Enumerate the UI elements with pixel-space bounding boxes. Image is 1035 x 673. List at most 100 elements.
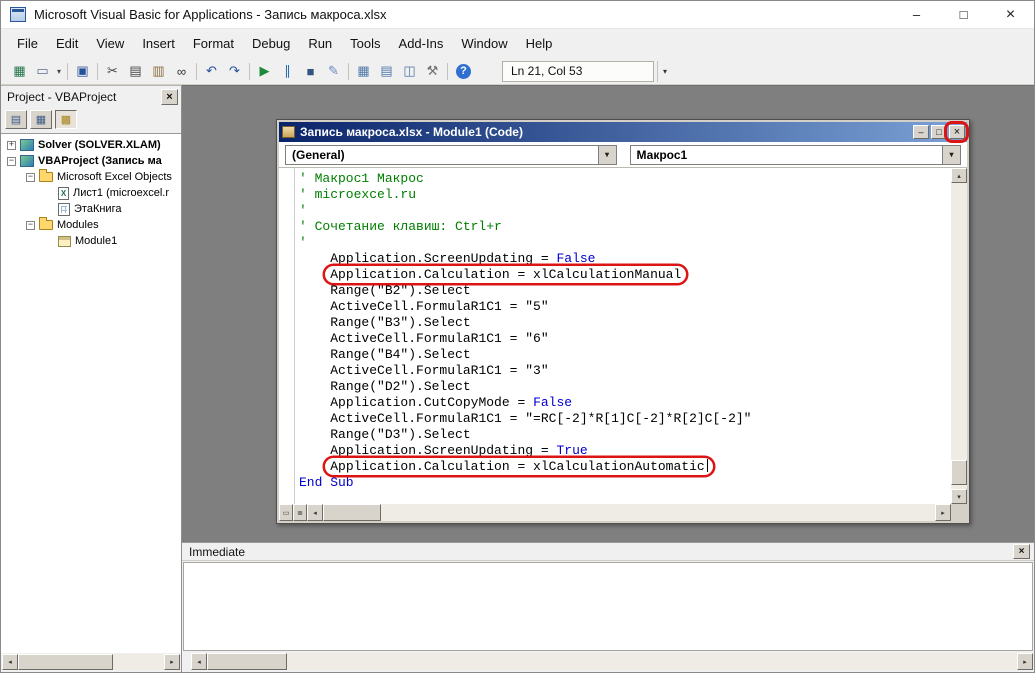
code-window-titlebar[interactable]: Запись макроса.xlsx - Module1 (Code) – □… [279, 122, 967, 142]
menu-item-window[interactable]: Window [452, 30, 516, 58]
design-mode-icon[interactable]: ✎ [322, 61, 345, 82]
tree-item-thisworkbook[interactable]: ЭтаКнига [1, 201, 181, 217]
redo-icon[interactable]: ↷ [223, 61, 246, 82]
undo-icon[interactable]: ↶ [200, 61, 223, 82]
project-explorer-icon[interactable]: ▦ [352, 61, 375, 82]
immediate-horizontal-scrollbar[interactable]: ◂ ▸ [191, 653, 1033, 670]
copy-icon[interactable]: ▤ [124, 61, 147, 82]
menu-item-help[interactable]: Help [517, 30, 562, 58]
procedure-dropdown-arrow-icon[interactable]: ▾ [942, 146, 960, 164]
scroll-right-button[interactable]: ▸ [935, 504, 951, 521]
break-icon[interactable]: ∥ [276, 61, 299, 82]
view-object-button[interactable]: ▦ [30, 110, 52, 129]
paste-icon[interactable]: ▥ [147, 61, 170, 82]
view-microsoft-excel-icon[interactable]: ▦ [8, 61, 31, 82]
tree-item-solver[interactable]: +Solver (SOLVER.XLAM) [1, 137, 181, 153]
code-line-20[interactable]: End Sub [299, 475, 951, 491]
code-horizontal-scrollbar[interactable]: ▭ ≣ ◂ ▸ [279, 504, 951, 521]
code-line-4[interactable]: ' Сочетание клавиш: Ctrl+r [299, 219, 951, 235]
menu-item-debug[interactable]: Debug [243, 30, 299, 58]
expand-icon[interactable]: + [7, 141, 16, 150]
code-line-11[interactable]: ActiveCell.FormulaR1C1 = "6" [299, 331, 951, 347]
menu-item-run[interactable]: Run [299, 30, 341, 58]
procedure-dropdown[interactable]: Макрос1 ▾ [630, 145, 962, 165]
menu-item-add-ins[interactable]: Add-Ins [390, 30, 453, 58]
project-horizontal-scrollbar[interactable]: ◂ ▸ [2, 654, 180, 670]
full-module-view-button[interactable]: ≣ [293, 504, 307, 521]
run-macro-icon[interactable]: ▶ [253, 61, 276, 82]
scroll-up-button[interactable]: ▴ [951, 168, 967, 183]
code-line-17[interactable]: Range("D3").Select [299, 427, 951, 443]
toolbar-options-chevron-icon[interactable]: ▾ [657, 61, 672, 82]
code-line-1[interactable]: ' Макрос1 Макрос [299, 171, 951, 187]
collapse-icon[interactable]: − [26, 221, 35, 230]
menu-item-view[interactable]: View [87, 30, 133, 58]
menu-item-edit[interactable]: Edit [47, 30, 87, 58]
scroll-right-button[interactable]: ▸ [164, 654, 180, 670]
menu-item-tools[interactable]: Tools [341, 30, 389, 58]
code-line-15[interactable]: Application.CutCopyMode = False [299, 395, 951, 411]
scroll-right-button[interactable]: ▸ [1017, 653, 1033, 670]
toggle-folders-button[interactable]: ▩ [55, 110, 77, 129]
scroll-left-button[interactable]: ◂ [191, 653, 207, 670]
scroll-left-button[interactable]: ◂ [307, 504, 323, 521]
code-line-2[interactable]: ' microexcel.ru [299, 187, 951, 203]
immediate-close-button[interactable]: × [1013, 544, 1030, 559]
code-line-6[interactable]: Application.ScreenUpdating = False [299, 251, 951, 267]
code-window-close-button[interactable]: × [949, 125, 965, 139]
view-code-button[interactable]: ▤ [5, 110, 27, 129]
vertical-scrollbar-thumb[interactable] [951, 460, 967, 485]
help-icon[interactable]: ? [456, 64, 471, 79]
scrollbar-thumb[interactable] [18, 654, 113, 670]
code-line-12[interactable]: Range("B4").Select [299, 347, 951, 363]
tree-item-modules[interactable]: −Modules [1, 217, 181, 233]
code-line-3[interactable]: ' [299, 203, 951, 219]
code-line-14[interactable]: Range("D2").Select [299, 379, 951, 395]
code-line-8[interactable]: Range("B2").Select [299, 283, 951, 299]
code-line-10[interactable]: Range("B3").Select [299, 315, 951, 331]
tree-item-sheet1[interactable]: Лист1 (microexcel.r [1, 185, 181, 201]
project-panel-close-button[interactable]: × [161, 89, 178, 105]
tree-item-module1[interactable]: Module1 [1, 233, 181, 249]
menu-item-insert[interactable]: Insert [133, 30, 184, 58]
code-line-9[interactable]: ActiveCell.FormulaR1C1 = "5" [299, 299, 951, 315]
scrollbar-thumb[interactable] [207, 653, 287, 670]
scrollbar-thumb[interactable] [323, 504, 381, 521]
scroll-down-button[interactable]: ▾ [951, 489, 967, 504]
collapse-icon[interactable]: − [26, 173, 35, 182]
insert-userform-icon[interactable]: ▭ [31, 61, 54, 82]
properties-window-icon[interactable]: ▤ [375, 61, 398, 82]
object-dropdown-arrow-icon[interactable]: ▾ [598, 146, 616, 164]
code-line-5[interactable]: ' [299, 235, 951, 251]
reset-icon[interactable]: ■ [299, 61, 322, 82]
tree-item-microsoft-excel-objects[interactable]: −Microsoft Excel Objects [1, 169, 181, 185]
scrollbar-track[interactable] [287, 653, 1017, 670]
scrollbar-track[interactable] [113, 654, 164, 670]
code-line-16[interactable]: ActiveCell.FormulaR1C1 = "=RC[-2]*R[1]C[… [299, 411, 951, 427]
procedure-view-button[interactable]: ▭ [279, 504, 293, 521]
immediate-input-area[interactable] [183, 562, 1033, 651]
maximize-button[interactable]: □ [940, 1, 987, 28]
code-line-7[interactable]: Application.Calculation = xlCalculationM… [299, 267, 951, 283]
tree-item-vbaproject[interactable]: −VBAProject (Запись ма [1, 153, 181, 169]
object-dropdown[interactable]: (General) ▾ [285, 145, 617, 165]
save-icon[interactable]: ▣ [71, 61, 94, 82]
toolbox-icon[interactable]: ⚒ [421, 61, 444, 82]
code-line-13[interactable]: ActiveCell.FormulaR1C1 = "3" [299, 363, 951, 379]
minimize-button[interactable]: – [893, 1, 940, 28]
code-vertical-scrollbar[interactable]: ▴ ▾ [951, 168, 967, 504]
menu-item-format[interactable]: Format [184, 30, 243, 58]
scroll-left-button[interactable]: ◂ [2, 654, 18, 670]
scrollbar-track[interactable] [381, 504, 935, 521]
code-editor[interactable]: ' Макрос1 Макрос' microexcel.ru'' Сочета… [295, 168, 951, 504]
cut-icon[interactable]: ✂ [101, 61, 124, 82]
find-icon[interactable]: ∞ [170, 61, 193, 82]
code-line-19[interactable]: Application.Calculation = xlCalculationA… [299, 459, 951, 475]
insert-userform-dropdown-icon[interactable]: ▾ [54, 67, 64, 76]
code-window-minimize-button[interactable]: – [913, 125, 929, 139]
close-button[interactable]: × [987, 1, 1034, 28]
code-window-maximize-button[interactable]: □ [931, 125, 947, 139]
code-line-18[interactable]: Application.ScreenUpdating = True [299, 443, 951, 459]
menu-item-file[interactable]: File [8, 30, 47, 58]
object-browser-icon[interactable]: ◫ [398, 61, 421, 82]
